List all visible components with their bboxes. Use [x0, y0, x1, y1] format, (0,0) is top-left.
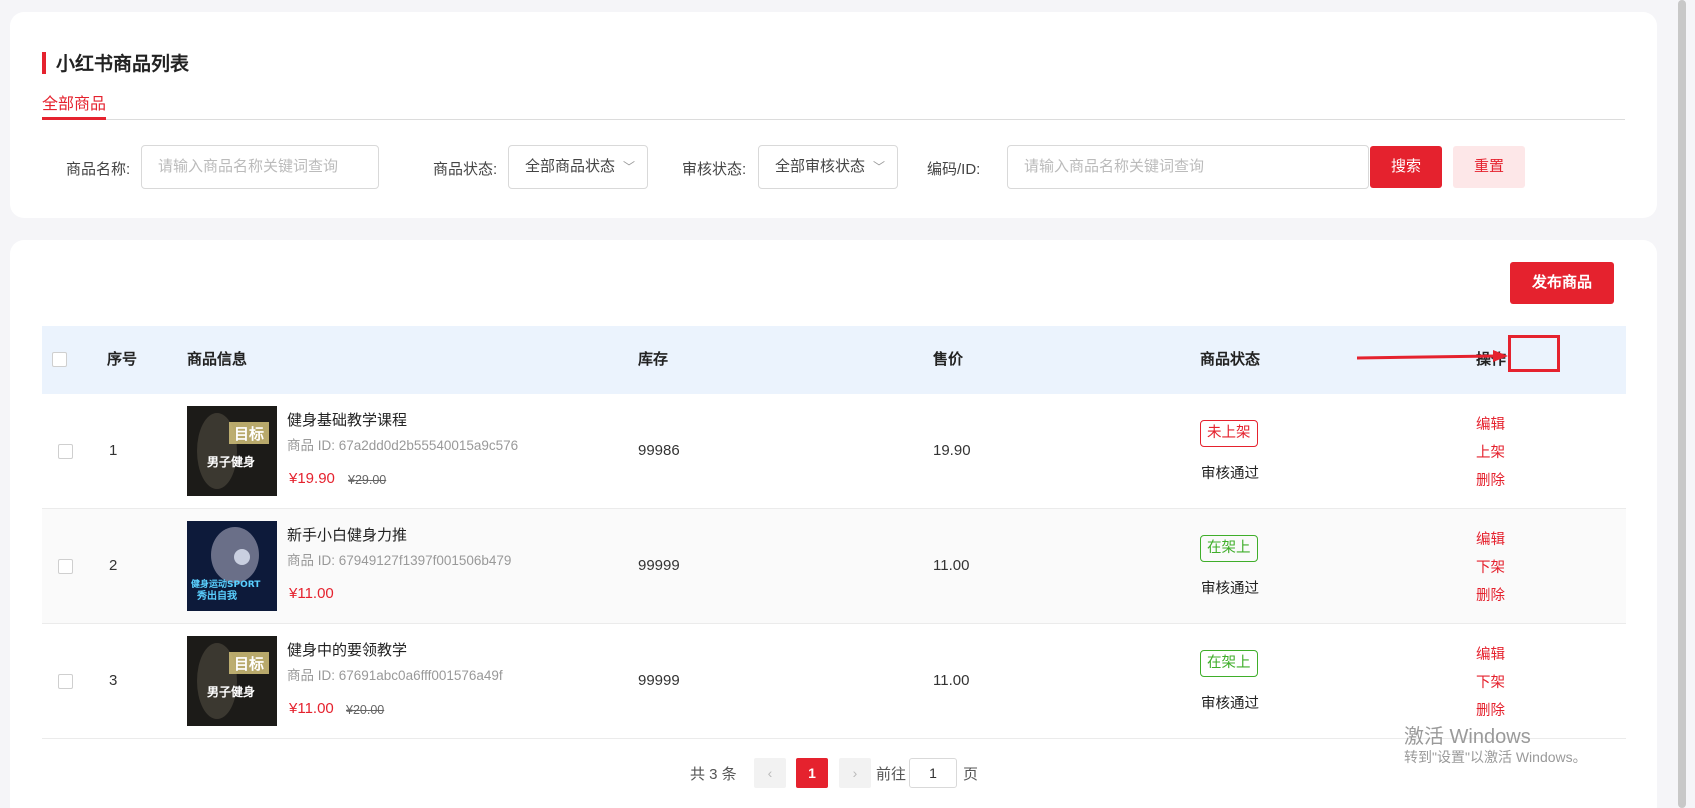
- product-thumbnail[interactable]: 目标 男子健身: [187, 406, 277, 496]
- list-on-button[interactable]: 上架: [1476, 441, 1505, 462]
- sale-price: 19.90: [933, 442, 971, 459]
- thumb-text: 男子健身: [207, 684, 255, 699]
- page-1-button[interactable]: 1: [796, 758, 828, 788]
- product-status-value: 全部商品状态: [525, 158, 616, 175]
- product-status-label: 商品状态:: [433, 161, 498, 178]
- pagination-total: 共 3 条: [690, 766, 737, 783]
- product-price: ¥11.00: [289, 585, 334, 602]
- col-status: 商品状态: [1200, 351, 1261, 368]
- audit-status-value: 全部审核状态: [775, 158, 866, 175]
- delete-button[interactable]: 删除: [1476, 469, 1505, 490]
- product-price: ¥19.90: [289, 470, 335, 487]
- delete-button[interactable]: 删除: [1476, 699, 1505, 720]
- stock: 99999: [638, 672, 680, 689]
- row-checkbox[interactable]: [58, 444, 73, 459]
- page-title-text: 小红书商品列表: [56, 54, 190, 75]
- audit-status-label: 审核状态:: [682, 161, 747, 178]
- title-accent-bar: [42, 51, 46, 74]
- product-thumbnail[interactable]: 目标 男子健身: [187, 636, 277, 726]
- product-name: 健身基础教学课程: [287, 412, 408, 429]
- code-id-label: 编码/ID:: [927, 161, 981, 178]
- product-name-input[interactable]: 请输入商品名称关键词查询: [141, 145, 379, 189]
- product-name: 健身中的要领教学: [287, 642, 408, 659]
- list-off-button[interactable]: 下架: [1476, 671, 1505, 692]
- product-name-label: 商品名称:: [66, 161, 131, 178]
- chevron-right-icon: ›: [852, 765, 858, 781]
- list-off-button[interactable]: 下架: [1476, 556, 1505, 577]
- row-index: 3: [109, 672, 118, 689]
- tab-all-products[interactable]: 全部商品: [42, 90, 107, 120]
- stock: 99986: [638, 442, 680, 459]
- product-name: 新手小白健身力推: [287, 527, 408, 544]
- thumb-text: 男子健身: [207, 454, 255, 469]
- edit-button[interactable]: 编辑: [1476, 413, 1505, 434]
- publish-product-button[interactable]: 发布商品: [1510, 262, 1614, 304]
- thumb-text: 目标: [234, 655, 264, 673]
- reset-button[interactable]: 重置: [1453, 146, 1525, 188]
- table-row: 3 目标 男子健身 健身中的要领教学 商品 ID: 67691abc0a6fff…: [42, 624, 1626, 739]
- table-row: 1 目标 男子健身 健身基础教学课程 商品 ID: 67a2dd0d2b5554…: [42, 394, 1626, 509]
- thumb-text: 目标: [234, 425, 264, 443]
- status-badge: 未上架: [1200, 420, 1258, 447]
- product-id: 商品 ID: 67949127f1397f001506b479: [287, 553, 512, 568]
- page-suffix: 页: [963, 766, 979, 783]
- product-thumbnail[interactable]: 健身运动SPORT 秀出自我: [187, 521, 277, 611]
- col-index: 序号: [107, 351, 138, 368]
- product-id: 商品 ID: 67a2dd0d2b55540015a9c576: [287, 438, 519, 453]
- row-checkbox[interactable]: [58, 559, 73, 574]
- status-badge: 在架上: [1200, 650, 1258, 677]
- edit-button[interactable]: 编辑: [1476, 528, 1505, 549]
- row-index: 1: [109, 442, 118, 459]
- stock: 99999: [638, 557, 680, 574]
- audit-status-select[interactable]: 全部审核状态 ﹀: [758, 145, 898, 189]
- col-stock: 库存: [638, 351, 669, 368]
- col-info: 商品信息: [187, 351, 248, 368]
- windows-watermark-title: 激活 Windows: [1404, 726, 1531, 748]
- audit-status: 审核通过: [1201, 466, 1259, 482]
- status-badge: 在架上: [1200, 535, 1258, 562]
- delete-button[interactable]: 删除: [1476, 584, 1505, 605]
- product-status-select[interactable]: 全部商品状态 ﹀: [508, 145, 648, 189]
- product-id: 商品 ID: 67691abc0a6fff001576a49f: [287, 668, 503, 683]
- row-checkbox[interactable]: [58, 674, 73, 689]
- audit-status: 审核通过: [1201, 581, 1259, 597]
- prev-page-button[interactable]: ‹: [754, 758, 786, 788]
- goto-page-input[interactable]: 1: [909, 758, 957, 788]
- sale-price: 11.00: [933, 557, 970, 574]
- product-price: ¥11.00: [289, 700, 334, 717]
- scrollbar[interactable]: [1678, 0, 1686, 808]
- col-price: 售价: [933, 351, 964, 368]
- table-row: 2 健身运动SPORT 秀出自我 新手小白健身力推 商品 ID: 6794912…: [42, 509, 1626, 624]
- page-title: 小红书商品列表: [42, 49, 189, 76]
- next-page-button[interactable]: ›: [839, 758, 871, 788]
- thumb-text: 健身运动SPORT: [191, 578, 261, 590]
- audit-status: 审核通过: [1201, 696, 1259, 712]
- filter-card: 小红书商品列表 全部商品 商品名称: 请输入商品名称关键词查询 商品状态: 全部…: [10, 12, 1657, 218]
- original-price: ¥20.00: [346, 703, 385, 717]
- chevron-left-icon: ‹: [767, 765, 773, 781]
- thumb-text: 秀出自我: [196, 589, 237, 602]
- windows-watermark-subtitle: 转到"设置"以激活 Windows。: [1404, 749, 1587, 765]
- arrow-annotation: [1357, 350, 1508, 362]
- chevron-down-icon: ﹀: [872, 160, 885, 174]
- sale-price: 11.00: [933, 672, 970, 689]
- goto-label: 前往: [876, 766, 907, 783]
- chevron-down-icon: ﹀: [622, 160, 635, 174]
- select-all-checkbox[interactable]: [52, 352, 67, 367]
- row-index: 2: [109, 557, 118, 574]
- code-id-input[interactable]: 请输入商品名称关键词查询: [1007, 145, 1369, 189]
- search-button[interactable]: 搜索: [1370, 146, 1442, 188]
- original-price: ¥29.00: [348, 473, 387, 487]
- tab-bar: 全部商品: [42, 90, 1625, 120]
- edit-button[interactable]: 编辑: [1476, 643, 1505, 664]
